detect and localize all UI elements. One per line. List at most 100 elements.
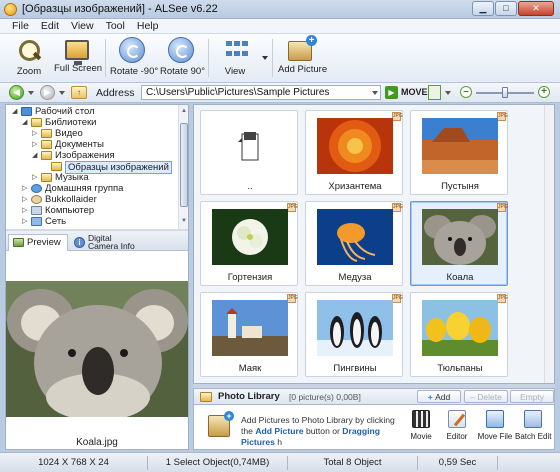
add-picture-icon	[288, 35, 317, 61]
photo-library-header: Photo Library [0 picture(s) 0,00B] + Add…	[193, 388, 555, 404]
tab-preview[interactable]: Preview	[8, 234, 68, 251]
forward-history-caret-icon[interactable]	[59, 91, 65, 95]
menu-bar: File Edit View Tool Help	[0, 19, 560, 34]
thumbnail-grid: .. JPG Хризантема JPG Пустыня JPG Гортензия JPG…	[193, 104, 555, 384]
toolbar-separator	[105, 39, 106, 77]
window-controls: ▁ □ ✕	[472, 1, 554, 16]
editor-button[interactable]: Editor	[439, 410, 475, 441]
batch-edit-button[interactable]: Batch Edit	[515, 410, 551, 441]
maximize-button[interactable]: □	[495, 1, 517, 16]
add-picture-button[interactable]: Add Picture	[278, 35, 328, 81]
tree-expander-icon[interactable]: ▷	[22, 196, 28, 204]
library-add-button[interactable]: + Add	[417, 390, 461, 403]
thumbnail-item[interactable]: JPG Хризантема	[305, 110, 403, 195]
address-dropdown-caret-icon[interactable]	[372, 91, 378, 95]
add-picture-link[interactable]: Add Picture	[255, 426, 303, 436]
view-mode-caret-icon[interactable]	[445, 91, 451, 95]
scroll-down-arrow-icon[interactable]: ▼	[180, 217, 188, 225]
address-input[interactable]: C:\Users\Public\Pictures\Sample Pictures	[141, 85, 381, 100]
movie-label: Movie	[410, 432, 432, 441]
menu-tool[interactable]: Tool	[100, 19, 131, 33]
thumbnail-scrollbar[interactable]	[544, 105, 554, 383]
tree-expander-icon[interactable]: ▷	[32, 130, 38, 138]
movie-button[interactable]: Movie	[403, 410, 439, 441]
thumbnail-image	[212, 209, 288, 265]
tree-expander-icon[interactable]: ◢	[32, 152, 38, 160]
thumbnail-item[interactable]: ..	[200, 110, 298, 195]
tree-item[interactable]: ▷ Сеть	[6, 216, 176, 228]
thumbnail-item[interactable]: JPG Коала	[410, 201, 508, 286]
thumbnail-image	[422, 118, 498, 174]
tab-digital-camera-info[interactable]: i Digital Camera Info	[70, 234, 144, 251]
toolbar-separator	[208, 39, 209, 77]
library-msg-text: button or	[303, 426, 343, 436]
move-button[interactable]: MOVE	[385, 85, 428, 100]
tree-item-label: Компьютер	[45, 205, 95, 216]
move-file-button[interactable]: Move File	[477, 410, 513, 441]
tree-item-label: Видео	[55, 128, 83, 139]
tree-expander-icon[interactable]: ▷	[22, 207, 28, 215]
forward-button[interactable]: ▶	[40, 85, 55, 100]
library-delete-button[interactable]: – Delete	[464, 390, 508, 403]
menu-help[interactable]: Help	[131, 19, 165, 33]
tree-expander-icon[interactable]: ▷	[32, 174, 38, 182]
rotate-left-button[interactable]: Rotate -90°	[110, 37, 158, 81]
close-button[interactable]: ✕	[518, 1, 554, 16]
up-folder-button[interactable]: ↑	[71, 86, 87, 99]
view-dropdown-caret-icon[interactable]	[262, 56, 268, 60]
editor-label: Editor	[446, 432, 468, 441]
thumbnail-label: Пустыня	[441, 181, 479, 192]
menu-edit[interactable]: Edit	[35, 19, 65, 33]
window-title: [Образцы изображений] - ALSee v6.22	[22, 3, 218, 15]
lib-icon	[31, 118, 42, 127]
tree-expander-icon[interactable]: ◢	[12, 108, 18, 116]
main-toolbar: Zoom Full Screen Rotate -90° Rotate 90° …	[0, 34, 560, 83]
minimize-button[interactable]: ▁	[472, 1, 494, 16]
editor-icon	[448, 410, 466, 428]
tree-expander-icon[interactable]: ▷	[22, 218, 28, 226]
zoom-in-button[interactable]: +	[538, 86, 550, 98]
thumbnail-size-slider-handle[interactable]	[502, 87, 508, 98]
thumbnail-label: Тюльпаны	[437, 363, 483, 374]
zoom-out-button[interactable]: –	[460, 86, 472, 98]
thumbnail-label: Гортензия	[227, 272, 273, 283]
full-screen-button[interactable]: Full Screen	[54, 37, 102, 81]
thumbnail-item[interactable]: JPG Тюльпаны	[410, 292, 508, 377]
thumbnail-view-mode-button[interactable]	[428, 85, 441, 100]
menu-view[interactable]: View	[65, 19, 100, 33]
zoom-label: Zoom	[16, 66, 42, 77]
address-label: Address	[96, 87, 135, 99]
tree-scrollbar-thumb[interactable]	[180, 123, 188, 207]
folder-tree: ◢ Рабочий стол ◢ Библиотеки ▷ Видео ▷ Документы…	[6, 105, 188, 229]
add-picture-icon	[208, 411, 234, 437]
scroll-up-arrow-icon[interactable]: ▲	[180, 107, 188, 115]
jpg-badge-icon: JPG	[392, 112, 403, 121]
folder-icon	[41, 129, 52, 138]
thumbnail-item[interactable]: JPG Пустыня	[410, 110, 508, 195]
thumbnail-item[interactable]: JPG Пингвины	[305, 292, 403, 377]
info-icon: i	[74, 237, 85, 248]
left-panel: ◢ Рабочий стол ◢ Библиотеки ▷ Видео ▷ Документы…	[5, 104, 189, 450]
tree-expander-icon[interactable]: ▷	[32, 141, 38, 149]
add-picture-label: Add Picture	[278, 64, 328, 75]
tree-expander-icon[interactable]: ◢	[22, 119, 28, 127]
library-empty-button[interactable]: Empty	[510, 390, 554, 403]
thumbnail-item[interactable]: JPG Медуза	[305, 201, 403, 286]
thumbnail-item[interactable]: JPG Маяк	[200, 292, 298, 377]
address-bar: ◀ ▶ ↑ Address C:\Users\Public\Pictures\S…	[0, 83, 560, 103]
preview-pane: Koala.jpg	[6, 251, 188, 449]
rotate-right-button[interactable]: Rotate 90°	[160, 37, 205, 81]
tree-scrollbar[interactable]: ▲ ▼	[178, 105, 188, 229]
alsee-app-icon[interactable]	[4, 3, 17, 16]
thumbnail-item[interactable]: JPG Гортензия	[200, 201, 298, 286]
back-button[interactable]: ◀	[9, 85, 24, 100]
zoom-button[interactable]: Zoom	[8, 37, 50, 81]
tree-expander-icon[interactable]: ▷	[22, 185, 28, 193]
jpg-badge-icon: JPG	[287, 203, 298, 212]
menu-file[interactable]: File	[6, 19, 35, 33]
tree-item-label: Домашняя группа	[45, 183, 124, 194]
photo-library-title: Photo Library	[218, 391, 280, 402]
view-button[interactable]: View	[218, 37, 252, 81]
back-history-caret-icon[interactable]	[28, 91, 34, 95]
library-add-label: Add	[435, 392, 451, 402]
